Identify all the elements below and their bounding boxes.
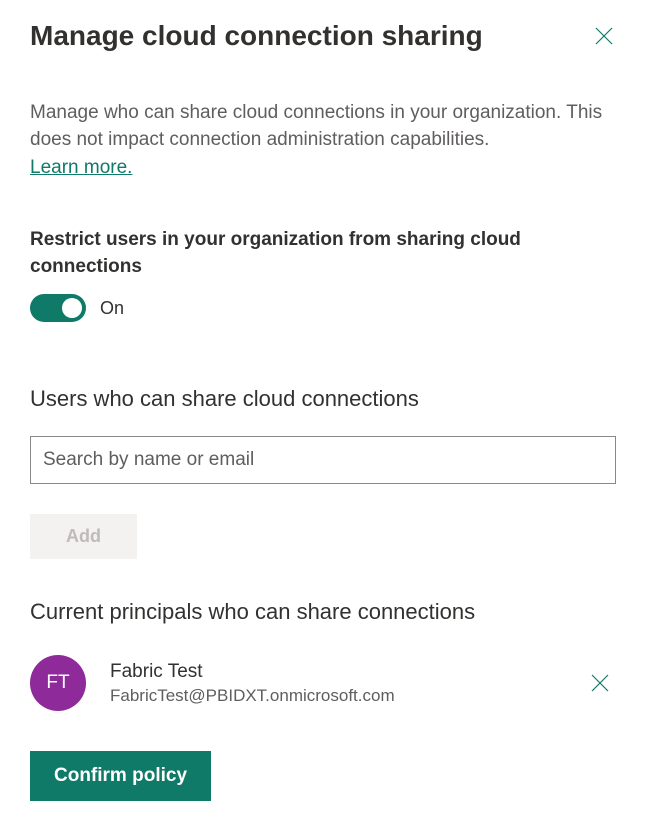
restrict-toggle[interactable] [30,294,86,322]
restrict-toggle-row: On [30,294,616,322]
restrict-toggle-label: Restrict users in your organization from… [30,227,616,280]
dialog-description: Manage who can share cloud connections i… [30,100,616,153]
dialog-header: Manage cloud connection sharing [30,20,616,52]
principal-name: Fabric Test [110,660,588,685]
confirm-policy-button[interactable]: Confirm policy [30,751,211,801]
close-icon [595,27,613,45]
dialog-title: Manage cloud connection sharing [30,20,483,52]
close-icon [591,674,609,692]
principal-info: Fabric Test FabricTest@PBIDXT.onmicrosof… [110,660,588,707]
remove-principal-button[interactable] [588,671,612,695]
users-section-title: Users who can share cloud connections [30,386,616,412]
toggle-knob [62,298,82,318]
search-input[interactable] [30,436,616,484]
principal-row: FT Fabric Test FabricTest@PBIDXT.onmicro… [30,655,616,711]
learn-more-link[interactable]: Learn more. [30,157,132,179]
restrict-toggle-state: On [100,298,124,319]
close-button[interactable] [592,24,616,48]
avatar: FT [30,655,86,711]
principal-email: FabricTest@PBIDXT.onmicrosoft.com [110,685,588,707]
principals-section-title: Current principals who can share connect… [30,599,616,625]
add-button[interactable]: Add [30,514,137,559]
